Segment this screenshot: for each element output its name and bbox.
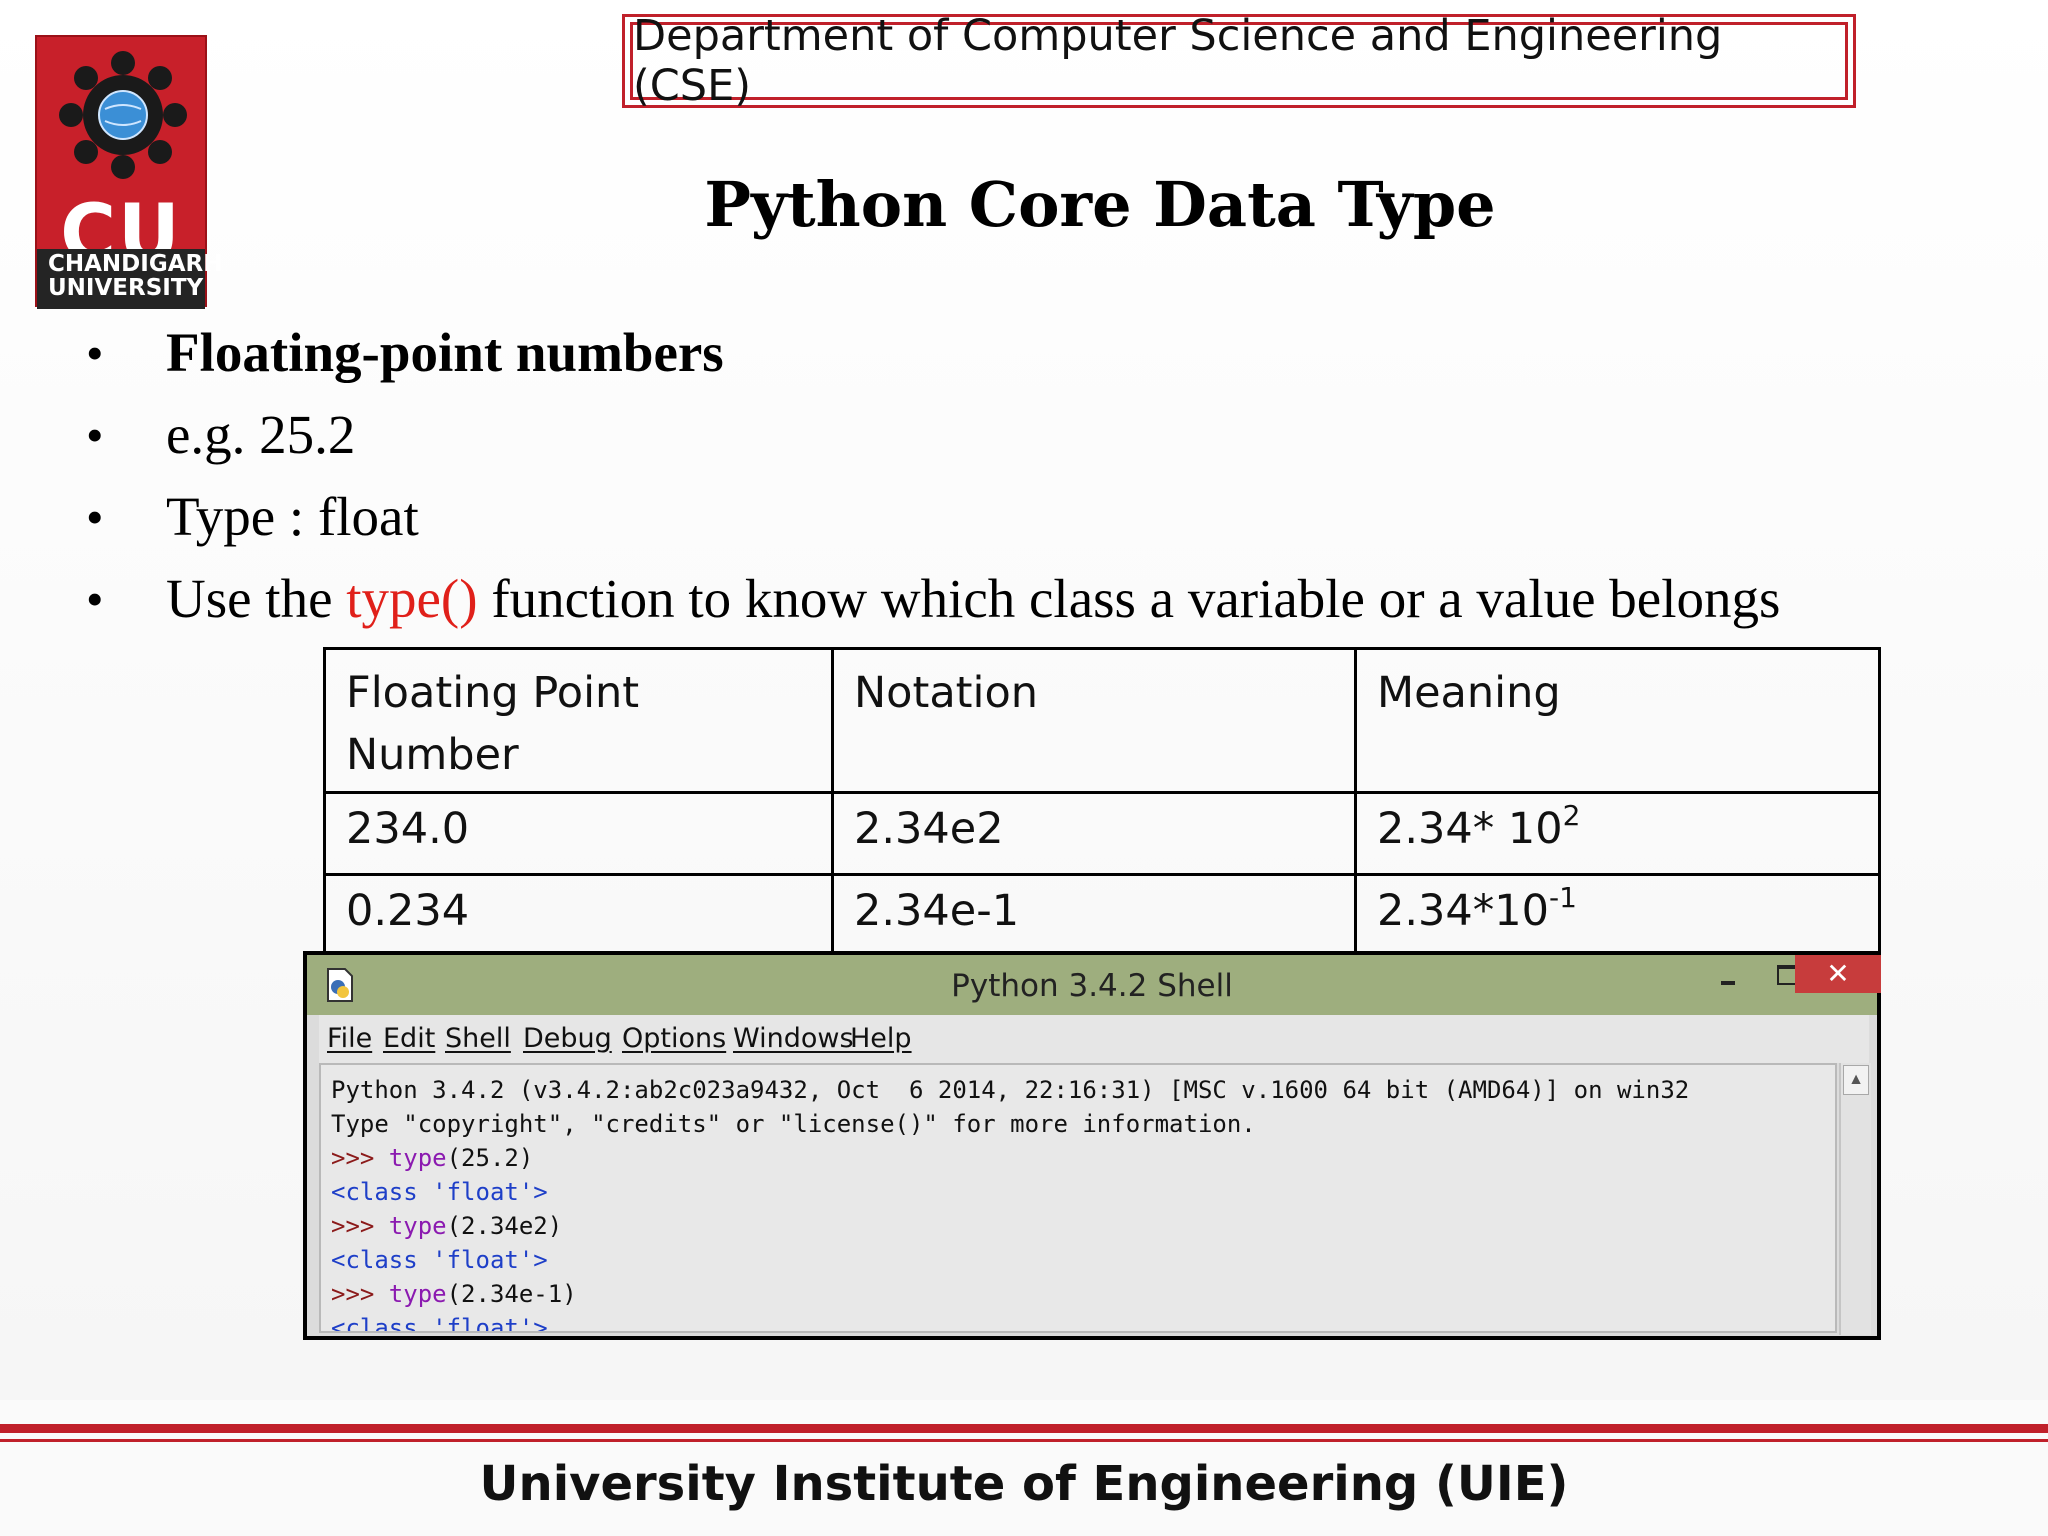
table-cell-number: 0.234 (323, 873, 834, 958)
shell-input-line: >>> type(2.34e-1) (331, 1277, 1835, 1311)
shell-input-line: >>> type(25.2) (331, 1141, 1835, 1175)
menu-debug[interactable]: Debug (523, 1021, 612, 1057)
shell-output-area[interactable]: Python 3.4.2 (v3.4.2:ab2c023a9432, Oct 6… (319, 1063, 1837, 1333)
bullet-text: e.g. 25.2 (166, 404, 356, 465)
header-number: Floating Point Number (346, 668, 640, 780)
shell-output-line: <class 'float'> (331, 1178, 548, 1206)
menu-options[interactable]: Options (622, 1021, 726, 1057)
shell-input-line: >>> type(2.34e2) (331, 1209, 1835, 1243)
university-logo: CU CHANDIGARH UNIVERSITY (35, 35, 223, 309)
department-header-box: Department of Computer Science and Engin… (622, 11, 1856, 111)
type-function-highlight: type() (346, 568, 478, 629)
department-name: Department of Computer Science and Engin… (630, 11, 1848, 111)
scroll-up-arrow-icon[interactable]: ▲ (1843, 1065, 1869, 1095)
menu-shell[interactable]: Shell (445, 1021, 511, 1057)
shell-menubar: File Edit Shell Debug Options Windows He… (319, 1015, 1869, 1063)
menu-help[interactable]: Help (850, 1021, 912, 1057)
bullet-text: Type : float (166, 486, 419, 547)
table-header-cell: Notation (831, 647, 1357, 794)
shell-prompt: >>> (331, 1144, 389, 1172)
slide-title: Python Core Data Type (704, 168, 1496, 241)
python-shell-window: Python 3.4.2 Shell ✕ File Edit Shell Deb… (303, 951, 1881, 1340)
shell-titlebar[interactable]: Python 3.4.2 Shell ✕ (307, 955, 1881, 1015)
meaning-exponent: -1 (1548, 881, 1577, 914)
table-cell-meaning: 2.34*10-1 (1354, 873, 1881, 958)
bullet-list: • Floating-point numbers • e.g. 25.2 • T… (86, 318, 2026, 646)
bullet-text-pre: Use the (166, 568, 347, 629)
bullet-item: • Use the type() function to know which … (86, 564, 2026, 646)
shell-banner-line: Python 3.4.2 (v3.4.2:ab2c023a9432, Oct 6… (331, 1076, 1690, 1104)
bullet-item: • e.g. 25.2 (86, 400, 2026, 482)
bullet-item: • Floating-point numbers (86, 318, 2026, 400)
table-cell-meaning: 2.34* 102 (1354, 791, 1881, 876)
close-button[interactable]: ✕ (1795, 955, 1881, 993)
meaning-base: 2.34* 10 (1377, 804, 1563, 854)
table-header-cell: Meaning (1354, 647, 1881, 794)
bullet-item: • Type : float (86, 482, 2026, 564)
shell-banner-line: Type "copyright", "credits" or "license(… (331, 1110, 1256, 1138)
menu-edit[interactable]: Edit (383, 1021, 435, 1057)
table-cell-notation: 2.34e2 (831, 791, 1357, 876)
table-header-cell: Floating Point Number (323, 647, 834, 794)
menu-file[interactable]: File (327, 1021, 372, 1057)
meaning-exponent: 2 (1562, 799, 1581, 832)
float-notation-table: Floating Point Number Notation Meaning 2… (323, 647, 1881, 958)
footer-divider (0, 1424, 2048, 1433)
table-row: 0.234 2.34e-1 2.34*10-1 (323, 873, 1881, 958)
logo-university-name: CHANDIGARH UNIVERSITY (48, 251, 223, 301)
meaning-base: 2.34*10 (1377, 886, 1549, 936)
table-header-row: Floating Point Number Notation Meaning (323, 647, 1881, 794)
table-row: 234.0 2.34e2 2.34* 102 (323, 791, 1881, 876)
bullet-text-post: function to know which class a variable … (477, 568, 1781, 629)
footer-institute: University Institute of Engineering (UIE… (479, 1456, 1569, 1512)
shell-args: (25.2) (446, 1144, 534, 1172)
bullet-dot: • (86, 489, 104, 545)
shell-prompt: >>> (331, 1212, 389, 1240)
shell-title: Python 3.4.2 Shell (951, 968, 1233, 1004)
shell-keyword: type (388, 1212, 447, 1240)
cu-emblem-icon (59, 51, 187, 179)
shell-args: (2.34e-1) (446, 1280, 577, 1308)
shell-output-line: <class 'float'> (331, 1246, 548, 1274)
table-cell-notation: 2.34e-1 (831, 873, 1357, 958)
bullet-dot: • (86, 407, 104, 463)
vertical-scrollbar[interactable]: ▲ (1839, 1063, 1871, 1335)
minimize-button[interactable] (1697, 955, 1757, 991)
bullet-dot: • (86, 325, 104, 381)
bullet-text: Use the type() function to know which cl… (166, 564, 1780, 634)
shell-keyword: type (388, 1280, 447, 1308)
bullet-dot: • (86, 571, 104, 627)
shell-keyword: type (388, 1144, 447, 1172)
footer-divider-thin (0, 1439, 2048, 1442)
menu-windows[interactable]: Windows (733, 1021, 854, 1057)
bullet-text: Floating-point numbers (166, 322, 724, 383)
shell-output-line: <class 'float'> (331, 1314, 548, 1333)
table-cell-number: 234.0 (323, 791, 834, 876)
shell-prompt: >>> (331, 1280, 389, 1308)
shell-args: (2.34e2) (446, 1212, 563, 1240)
